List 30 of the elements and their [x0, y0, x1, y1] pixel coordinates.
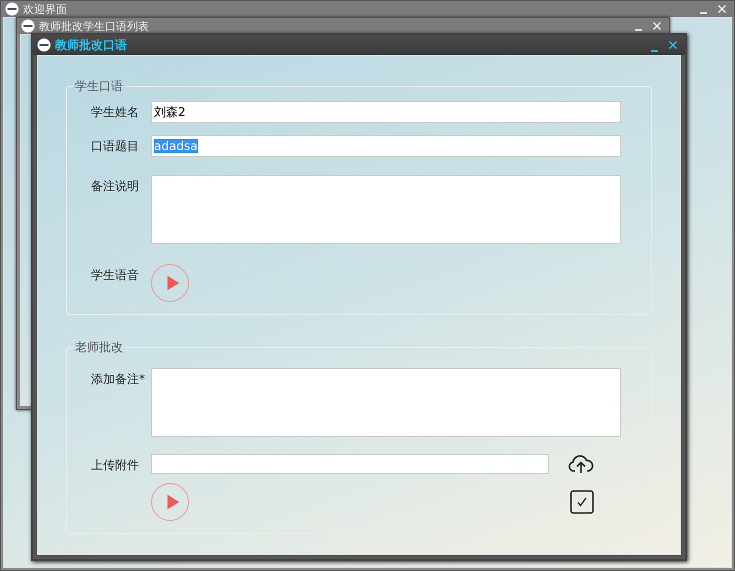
group-title: 老师批改 — [74, 339, 124, 356]
text-field[interactable]: 刘森2 — [151, 101, 621, 123]
window-title: 教师批改口语 — [55, 36, 127, 54]
close-icon — [717, 4, 727, 14]
upload-button[interactable] — [568, 453, 594, 475]
group-title: 学生口语 — [74, 78, 124, 95]
app-logo-icon — [5, 2, 19, 16]
field-label: 上传附件 — [91, 457, 140, 474]
play-button[interactable] — [151, 264, 189, 302]
minimize-icon — [635, 29, 642, 31]
play-button[interactable] — [151, 483, 189, 521]
window-title: 欢迎界面 — [23, 2, 67, 17]
close-icon — [652, 21, 662, 31]
app-logo-icon — [37, 38, 51, 52]
cloud-upload-icon — [568, 453, 594, 475]
close-icon — [668, 40, 678, 50]
checkbox-icon — [570, 490, 594, 514]
field-label: 添加备注* — [91, 371, 146, 388]
field-label: 备注说明 — [91, 178, 140, 195]
app-logo-icon — [21, 19, 35, 33]
field-label: 学生姓名 — [91, 104, 140, 121]
field-value: 刘森2 — [154, 104, 186, 120]
window-title: 教师批改学生口语列表 — [39, 19, 149, 34]
minimize-icon — [700, 12, 707, 14]
field-label: 口语题目 — [91, 138, 140, 155]
field-label: 学生语音 — [91, 267, 140, 284]
minimize-icon — [651, 50, 658, 52]
field-value: adadsa — [154, 139, 198, 153]
file-field[interactable] — [151, 454, 549, 474]
confirm-button[interactable] — [570, 490, 594, 514]
